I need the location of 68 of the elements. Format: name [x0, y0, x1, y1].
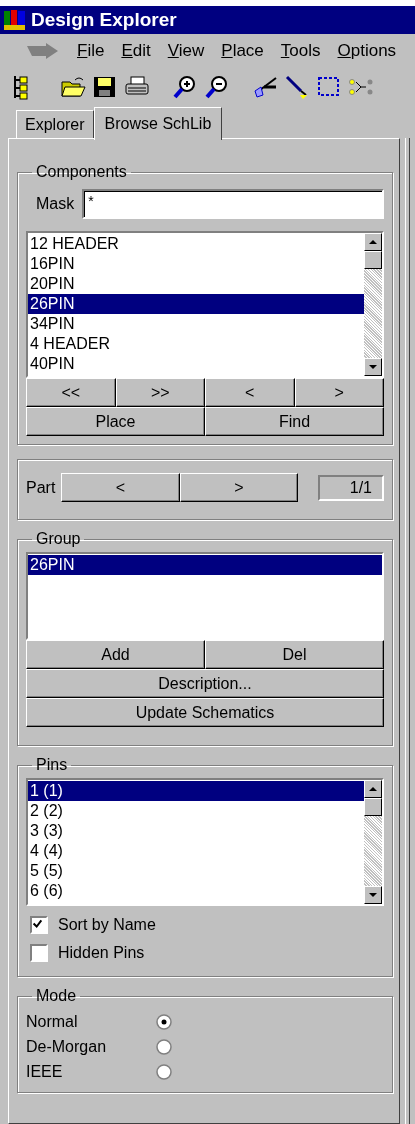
wire-tool-icon[interactable]: [252, 74, 278, 100]
tab[interactable]: Browse SchLib: [93, 107, 223, 140]
up-arrow-icon[interactable]: [368, 239, 378, 245]
nav-button[interactable]: <<: [26, 378, 116, 407]
zoom-out-icon[interactable]: [204, 74, 230, 100]
tab[interactable]: Explorer: [16, 110, 94, 138]
list-item[interactable]: 20PIN: [28, 274, 364, 294]
mask-field[interactable]: *: [82, 189, 384, 219]
app-logo-icon: [3, 9, 27, 31]
checkbox[interactable]: [30, 916, 48, 934]
part-button[interactable]: <: [61, 473, 180, 502]
pen-icon[interactable]: [284, 74, 310, 100]
nav-button[interactable]: >>: [115, 378, 205, 407]
checkbox-label: Hidden Pins: [58, 944, 145, 962]
down-arrow-icon[interactable]: [368, 892, 378, 898]
menu-item[interactable]: Options: [337, 41, 397, 61]
list-item[interactable]: 2 (2): [28, 801, 364, 821]
zoom-in-icon[interactable]: [172, 74, 198, 100]
scrollbar[interactable]: [364, 780, 382, 904]
list-item[interactable]: 26PIN: [28, 294, 364, 314]
action-button[interactable]: Place: [26, 407, 205, 436]
group-title: Pins: [35, 756, 69, 774]
scroll-thumb[interactable]: [364, 798, 382, 816]
menu-item[interactable]: Place: [221, 41, 264, 61]
list-item[interactable]: 3 (3): [28, 821, 364, 841]
list-item[interactable]: 4 HEADER: [28, 334, 364, 354]
menu-item[interactable]: Edit: [121, 41, 151, 61]
list-item[interactable]: 4 (4): [28, 841, 364, 861]
scrollbar[interactable]: [364, 233, 382, 376]
group-title: Components: [35, 163, 128, 181]
radio-label: De-Morgan: [26, 1037, 108, 1056]
scroll-thumb[interactable]: [364, 251, 382, 269]
field-label: Mask: [36, 195, 75, 213]
menu-item[interactable]: View: [167, 41, 205, 61]
radio-button[interactable]: [156, 1013, 172, 1030]
floppy-icon[interactable]: [92, 74, 118, 100]
part-counter: 1/1: [318, 474, 384, 501]
action-button[interactable]: Del: [205, 640, 384, 669]
nav-button[interactable]: >: [294, 378, 384, 407]
up-arrow-icon[interactable]: [368, 786, 378, 792]
radio-button[interactable]: [156, 1063, 172, 1080]
action-button[interactable]: Description...: [26, 669, 384, 698]
list-item[interactable]: 12 HEADER: [28, 234, 364, 254]
list-item[interactable]: 1 (1): [28, 781, 364, 801]
action-button[interactable]: Find: [205, 407, 384, 436]
group-title: Group: [35, 530, 82, 548]
list-item[interactable]: 34PIN: [28, 314, 364, 334]
checkbox[interactable]: [30, 944, 48, 962]
folder-icon[interactable]: [60, 74, 86, 100]
list-item[interactable]: 16PIN: [28, 254, 364, 274]
nav-button[interactable]: <: [205, 378, 295, 407]
radio-label: Normal: [26, 1012, 79, 1031]
action-button[interactable]: Add: [26, 640, 205, 669]
list-item[interactable]: 26PIN: [28, 555, 382, 575]
down-arrow-icon[interactable]: [368, 364, 378, 370]
radio-label: IEEE: [26, 1062, 64, 1081]
window-title: Design Explorer: [31, 9, 177, 31]
field-label: Part: [26, 478, 56, 497]
part-button[interactable]: >: [179, 473, 298, 502]
list-item[interactable]: 40PIN: [28, 354, 364, 374]
action-button[interactable]: Update Schematics: [26, 698, 384, 727]
menu-item[interactable]: File: [77, 41, 105, 61]
checkbox-label: Sort by Name: [58, 916, 156, 934]
menu-item[interactable]: Tools: [280, 41, 321, 61]
list-item[interactable]: 5 (5): [28, 861, 364, 881]
group-title: Mode: [35, 987, 78, 1005]
list-item[interactable]: 6 (6): [28, 881, 364, 901]
radio-button[interactable]: [156, 1038, 172, 1055]
